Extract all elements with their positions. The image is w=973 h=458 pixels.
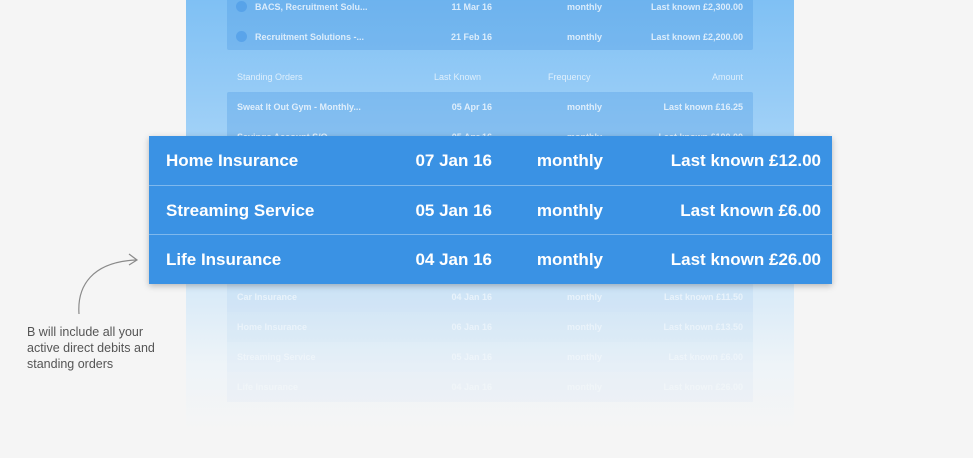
payment-amount: Last known £13.50 [663,322,743,332]
payment-amount: Last known £11.50 [663,292,743,302]
payment-amount: Last known £26.00 [663,382,743,392]
payment-date: 05 Jan 16 [451,352,492,362]
payment-frequency: monthly [536,151,603,170]
highlighted-row-home-insurance[interactable]: Home Insurance 07 Jan 16 monthly Last kn… [149,136,832,185]
column-header-frequency: Frequency [548,72,591,82]
highlighted-payments-card: Home Insurance 07 Jan 16 monthly Last kn… [149,136,832,284]
list-item[interactable]: Recruitment Solutions -... 21 Feb 16 mon… [227,22,753,52]
list-item[interactable]: Streaming Service 05 Jan 16 monthly Last… [227,342,753,372]
payee-name: Home Insurance [166,151,299,170]
payment-date: 04 Jan 16 [451,382,492,392]
payment-date: 07 Jan 16 [415,151,492,170]
payee-name: Home Insurance [237,322,308,332]
payment-date: 06 Jan 16 [451,322,492,332]
list-item[interactable]: Car Insurance 04 Jan 16 monthly Last kno… [227,282,753,312]
explanatory-caption: B will include all your active direct de… [27,325,155,371]
payment-amount: Last known £26.00 [670,250,821,269]
payment-amount: Last known £2,300.00 [650,2,743,12]
payment-date: 11 Mar 16 [451,2,492,12]
column-header-last-known: Last Known [434,72,482,82]
payment-amount: Last known £2,200.00 [650,32,743,42]
payment-frequency: monthly [567,322,602,332]
payment-amount: Last known £12.00 [670,151,821,170]
direct-debits-card: BACS, Recruitment Solu... 11 Mar 16 mont… [227,0,753,50]
curved-arrow-icon [78,253,139,315]
payee-name: Car Insurance [237,292,298,302]
payment-date: 21 Feb 16 [450,32,492,42]
payment-date: 04 Jan 16 [415,250,492,269]
payment-frequency: monthly [536,201,603,220]
highlighted-row-life-insurance[interactable]: Life Insurance 04 Jan 16 monthly Last kn… [149,234,832,284]
payee-name: Sweat It Out Gym - Monthly... [237,102,361,112]
list-item[interactable]: Sweat It Out Gym - Monthly... 05 Apr 16 … [227,92,753,122]
payment-amount: Last known £6.00 [668,352,743,362]
payment-frequency: monthly [567,32,602,42]
payment-frequency: monthly [567,352,602,362]
payee-name: BACS, Recruitment Solu... [255,2,368,12]
payment-frequency: monthly [567,102,602,112]
standing-orders-header: Standing Orders Last Known Frequency Amo… [237,72,743,86]
payee-name: Recruitment Solutions -... [255,32,365,42]
payment-frequency: monthly [567,382,602,392]
payment-date: 04 Jan 16 [451,292,492,302]
payment-amount: Last known £16.25 [663,102,743,112]
bank-icon [236,1,247,12]
payment-date: 05 Jan 16 [415,201,492,220]
payment-frequency: monthly [567,2,602,12]
payment-frequency: monthly [567,292,602,302]
payment-frequency: monthly [536,250,603,269]
column-header-amount: Amount [711,72,743,82]
list-item[interactable]: BACS, Recruitment Solu... 11 Mar 16 mont… [227,0,753,22]
bank-icon [236,31,247,42]
payee-name: Streaming Service [166,201,315,220]
payment-date: 05 Apr 16 [451,102,492,112]
highlighted-row-streaming-service[interactable]: Streaming Service 05 Jan 16 monthly Last… [149,185,832,235]
list-item[interactable]: Home Insurance 06 Jan 16 monthly Last kn… [227,312,753,342]
payee-name: Life Insurance [166,250,282,269]
payee-name: Streaming Service [237,352,316,362]
payment-amount: Last known £6.00 [680,201,821,220]
list-item[interactable]: Life Insurance 04 Jan 16 monthly Last kn… [227,372,753,402]
section-title: Standing Orders [237,72,303,82]
payee-name: Life Insurance [237,382,299,392]
